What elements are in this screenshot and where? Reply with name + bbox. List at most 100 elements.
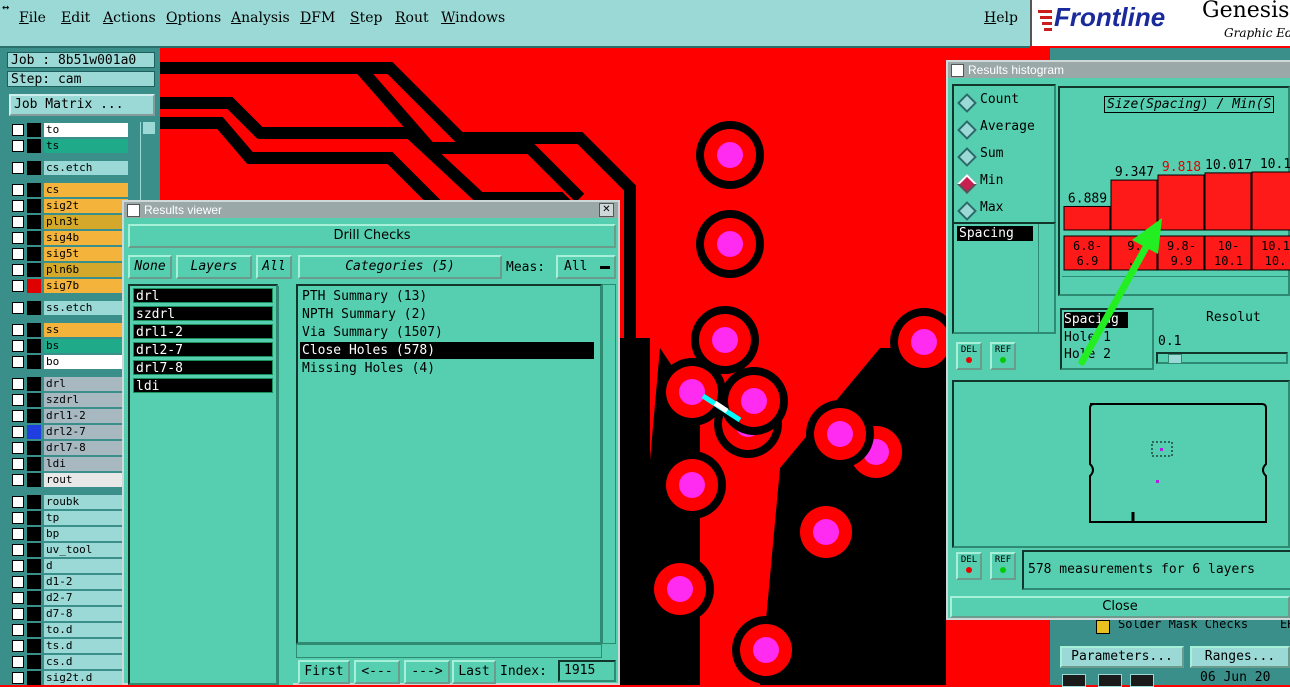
layer-name[interactable]: d7-8 (44, 607, 128, 621)
tool-icon-2[interactable] (1098, 674, 1122, 687)
layer-checkbox[interactable] (12, 544, 24, 556)
layer-row-d[interactable]: d (7, 558, 131, 574)
layer-name[interactable]: sig2t.d (44, 671, 128, 685)
layer-name[interactable]: d1-2 (44, 575, 128, 589)
layer-row-uv_tool[interactable]: uv_tool (7, 542, 131, 558)
result-layer-item[interactable]: ldi (133, 378, 273, 394)
prev-button[interactable]: <--- (354, 660, 400, 684)
layer-name[interactable]: drl2-7 (44, 425, 128, 439)
radio-label[interactable]: Sum (980, 146, 1003, 161)
layer-color-tag[interactable] (27, 355, 41, 369)
ranges-button[interactable]: Ranges... (1190, 646, 1290, 668)
index-input[interactable]: 1915 (558, 660, 616, 682)
layer-row-cs.etch[interactable]: cs.etch (7, 160, 131, 176)
layer-row-sig2t[interactable]: sig2t (7, 198, 131, 214)
layer-name[interactable]: sig4b (44, 231, 128, 245)
layer-row-to.d[interactable]: to.d (7, 622, 131, 638)
layer-checkbox[interactable] (12, 672, 24, 684)
layer-row-drl7-8[interactable]: drl7-8 (7, 440, 131, 456)
layer-row-ts[interactable]: ts (7, 138, 131, 154)
layer-name[interactable]: cs.etch (44, 161, 128, 175)
layer-color-tag[interactable] (27, 279, 41, 293)
layer-row-d7-8[interactable]: d7-8 (7, 606, 131, 622)
layer-name[interactable]: bo (44, 355, 128, 369)
histogram-bar[interactable] (1204, 172, 1252, 231)
layer-checkbox[interactable] (12, 184, 24, 196)
layer-color-tag[interactable] (27, 639, 41, 653)
layer-row-drl1-2[interactable]: drl1-2 (7, 408, 131, 424)
close-icon[interactable]: ✕ (599, 203, 614, 217)
layer-name[interactable]: bp (44, 527, 128, 541)
layer-name[interactable]: roubk (44, 495, 128, 509)
radio-label[interactable]: Count (980, 92, 1019, 107)
layer-row-sig2t.d[interactable]: sig2t.d (7, 670, 131, 686)
layer-color-tag[interactable] (27, 473, 41, 487)
layer-checkbox[interactable] (12, 394, 24, 406)
menu-analysis[interactable]: Analysis (231, 10, 290, 26)
layers-button[interactable]: Layers (176, 255, 252, 279)
layer-name[interactable]: bs (44, 339, 128, 353)
layer-name[interactable]: cs (44, 183, 128, 197)
layer-color-tag[interactable] (27, 495, 41, 509)
radio-sum[interactable] (957, 147, 977, 167)
layer-name[interactable]: cs.d (44, 655, 128, 669)
layer-checkbox[interactable] (12, 474, 24, 486)
layer-checkbox[interactable] (12, 528, 24, 540)
job-matrix-button[interactable]: Job Matrix ... (9, 94, 155, 116)
layer-name[interactable]: ts (44, 139, 128, 153)
menu-help[interactable]: Help (984, 10, 1018, 26)
menu-rout[interactable]: Rout (395, 10, 429, 26)
results-viewer-titlebar[interactable]: Results viewer ✕ (124, 202, 618, 218)
layer-name[interactable]: ts.d (44, 639, 128, 653)
layer-checkbox[interactable] (12, 458, 24, 470)
measure-list[interactable]: Spacing (952, 222, 1056, 334)
layer-name[interactable]: sig5t (44, 247, 128, 261)
layer-checkbox[interactable] (12, 608, 24, 620)
layer-color-tag[interactable] (27, 559, 41, 573)
layer-row-sig4b[interactable]: sig4b (7, 230, 131, 246)
layer-color-tag[interactable] (27, 607, 41, 621)
layer-row-ldi[interactable]: ldi (7, 456, 131, 472)
layer-color-tag[interactable] (27, 215, 41, 229)
layer-checkbox[interactable] (12, 248, 24, 260)
radio-min[interactable] (957, 174, 977, 194)
none-button[interactable]: None (128, 255, 172, 279)
layer-row-cs[interactable]: cs (7, 182, 131, 198)
radio-label[interactable]: Min (980, 173, 1003, 188)
layer-color-tag[interactable] (27, 393, 41, 407)
layer-color-tag[interactable] (27, 409, 41, 423)
layer-color-tag[interactable] (27, 339, 41, 353)
category-item[interactable]: Via Summary (1507) (302, 324, 443, 341)
layer-row-roubk[interactable]: roubk (7, 494, 131, 510)
drill-checks-header[interactable]: Drill Checks (128, 224, 616, 248)
layer-checkbox[interactable] (12, 442, 24, 454)
next-button[interactable]: ---> (404, 660, 450, 684)
result-layer-item[interactable]: drl7-8 (133, 360, 273, 376)
layer-color-tag[interactable] (27, 183, 41, 197)
measure-item-spacing[interactable]: Spacing (957, 226, 1033, 241)
layer-name[interactable]: tp (44, 511, 128, 525)
window-menu-icon[interactable] (127, 204, 140, 217)
preview-del-button[interactable]: DEL (956, 552, 982, 580)
menu-actions[interactable]: Actions (103, 10, 156, 26)
layer-color-tag[interactable] (27, 247, 41, 261)
layer-checkbox[interactable] (12, 356, 24, 368)
layer-checkbox[interactable] (12, 426, 24, 438)
layer-name[interactable]: sig7b (44, 279, 128, 293)
menu-options[interactable]: Options (166, 10, 221, 26)
layer-checkbox[interactable] (12, 560, 24, 572)
layer-name[interactable]: sig2t (44, 199, 128, 213)
layer-color-tag[interactable] (27, 655, 41, 669)
layer-color-tag[interactable] (27, 123, 41, 137)
hist-ref-button[interactable]: REF (990, 342, 1016, 370)
layer-name[interactable]: to (44, 123, 128, 137)
histogram-bar[interactable] (1251, 171, 1290, 231)
tool-icon-3[interactable] (1130, 674, 1154, 687)
layer-checkbox[interactable] (12, 576, 24, 588)
layer-color-tag[interactable] (27, 457, 41, 471)
radio-average[interactable] (957, 120, 977, 140)
layer-row-ts.d[interactable]: ts.d (7, 638, 131, 654)
layer-checkbox[interactable] (12, 624, 24, 636)
layer-name[interactable]: rout (44, 473, 128, 487)
close-button[interactable]: Close (950, 596, 1290, 618)
